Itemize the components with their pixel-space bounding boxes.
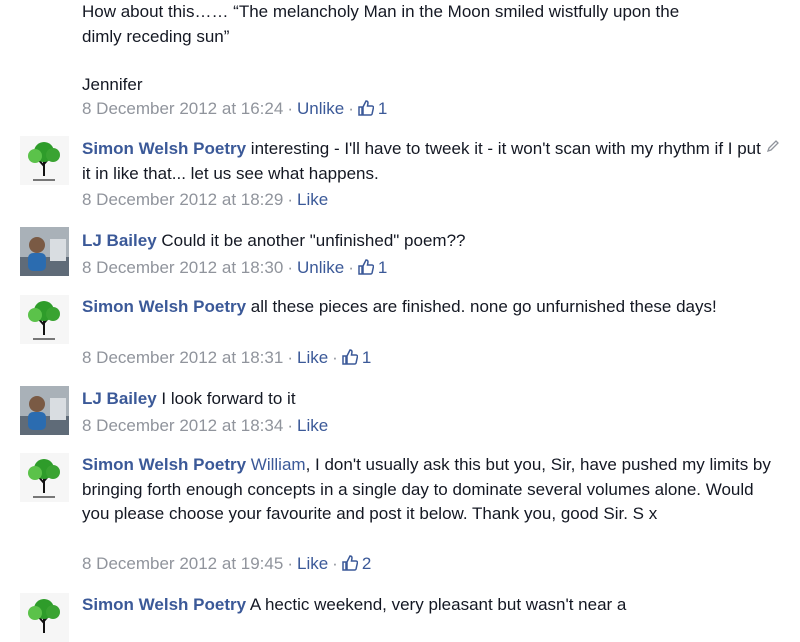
comment-author[interactable]: Simon Welsh Poetry xyxy=(82,455,246,474)
separator: · xyxy=(332,348,338,367)
avatar[interactable] xyxy=(20,227,69,276)
separator: · xyxy=(287,190,293,209)
comment-author[interactable]: Simon Welsh Poetry xyxy=(82,297,246,316)
comment-timestamp[interactable]: 8 December 2012 at 18:30 xyxy=(82,258,283,277)
tree-logo-icon xyxy=(20,136,69,185)
comment-author[interactable]: LJ Bailey xyxy=(82,231,157,250)
like-count[interactable]: 2 xyxy=(342,554,371,573)
comment-body: Simon Welsh Poetry interesting - I'll ha… xyxy=(82,137,772,186)
comment-timestamp[interactable]: 8 December 2012 at 19:45 xyxy=(82,554,283,573)
comment-text: all these pieces are finished. none go u… xyxy=(246,297,717,316)
separator: · xyxy=(348,99,354,118)
like-count[interactable]: 1 xyxy=(358,258,387,277)
separator: · xyxy=(287,258,293,277)
comment-meta: 8 December 2012 at 18:31 · Like · 1 xyxy=(82,347,371,369)
comment-timestamp[interactable]: 8 December 2012 at 18:31 xyxy=(82,348,283,367)
profile-photo-icon xyxy=(20,227,69,276)
comment-body: LJ Bailey I look forward to it xyxy=(82,387,772,412)
avatar[interactable] xyxy=(20,136,69,185)
comment-meta: 8 December 2012 at 16:24 · Unlike · 1 xyxy=(82,98,387,120)
comment-text: dimly receding sun” xyxy=(82,26,230,46)
avatar[interactable] xyxy=(20,593,69,642)
thumbs-up-icon xyxy=(358,100,374,116)
comment-timestamp[interactable]: 8 December 2012 at 16:24 xyxy=(82,99,283,118)
like-count[interactable]: 1 xyxy=(342,348,371,367)
separator: · xyxy=(287,416,293,435)
comment-meta: 8 December 2012 at 18:34 · Like xyxy=(82,415,328,437)
thumbs-up-icon xyxy=(342,349,358,365)
comment-author[interactable]: LJ Bailey xyxy=(82,389,157,408)
tree-logo-icon xyxy=(20,295,69,344)
profile-photo-icon xyxy=(20,386,69,435)
like-link[interactable]: Like xyxy=(297,348,328,367)
comment-meta: 8 December 2012 at 19:45 · Like · 2 xyxy=(82,553,371,575)
like-link[interactable]: Like xyxy=(297,190,328,209)
comment-body: LJ Bailey Could it be another "unfinishe… xyxy=(82,229,772,254)
comment-text: Could it be another "unfinished" poem?? xyxy=(156,231,466,250)
separator: · xyxy=(287,554,293,573)
separator: · xyxy=(348,258,354,277)
comment-meta: 8 December 2012 at 18:29 · Like xyxy=(82,189,328,211)
avatar[interactable] xyxy=(20,386,69,435)
like-count[interactable]: 1 xyxy=(358,99,387,118)
comment-text: A hectic weekend, very pleasant but wasn… xyxy=(246,595,627,614)
unlike-link[interactable]: Unlike xyxy=(297,258,344,277)
avatar[interactable] xyxy=(20,295,69,344)
separator: · xyxy=(287,348,293,367)
comment-signature: Jennifer xyxy=(82,75,143,94)
comment-body: Simon Welsh Poetry A hectic weekend, ver… xyxy=(82,593,772,618)
tree-logo-icon xyxy=(20,593,69,642)
separator: · xyxy=(287,99,293,118)
comment-author[interactable]: Simon Welsh Poetry xyxy=(82,139,246,158)
comment-text: How about this…… “The melancholy Man in … xyxy=(82,2,680,21)
comment-text: I look forward to it xyxy=(156,389,296,408)
comment-author[interactable]: Simon Welsh Poetry xyxy=(82,595,246,614)
mention-link[interactable]: William xyxy=(251,455,306,474)
comment-body: Simon Welsh Poetry all these pieces are … xyxy=(82,295,772,320)
tree-logo-icon xyxy=(20,453,69,502)
comment-timestamp[interactable]: 8 December 2012 at 18:34 xyxy=(82,416,283,435)
like-link[interactable]: Like xyxy=(297,554,328,573)
pencil-icon[interactable] xyxy=(766,139,780,153)
separator: · xyxy=(332,554,338,573)
unlike-link[interactable]: Unlike xyxy=(297,99,344,118)
comment-meta: 8 December 2012 at 18:30 · Unlike · 1 xyxy=(82,257,387,279)
comment-body: How about this…… “The melancholy Man in … xyxy=(82,0,772,98)
thumbs-up-icon xyxy=(358,259,374,275)
thumbs-up-icon xyxy=(342,555,358,571)
avatar[interactable] xyxy=(20,453,69,502)
like-link[interactable]: Like xyxy=(297,416,328,435)
comment-body: Simon Welsh Poetry William, I don't usua… xyxy=(82,453,772,527)
comment-timestamp[interactable]: 8 December 2012 at 18:29 xyxy=(82,190,283,209)
